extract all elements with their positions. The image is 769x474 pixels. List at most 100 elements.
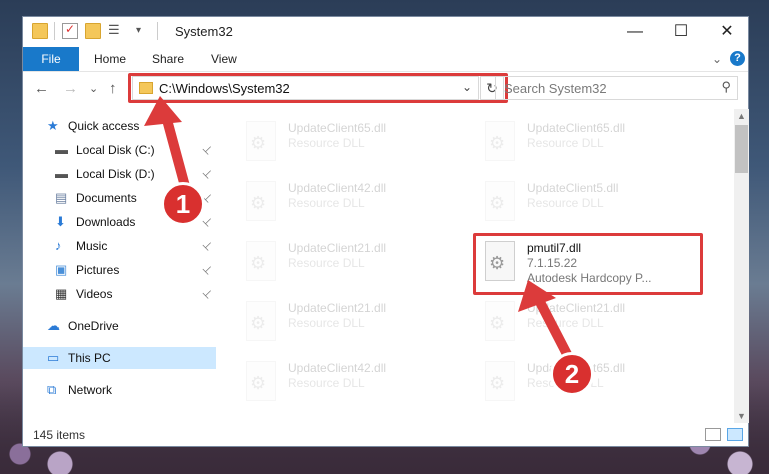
up-arrow-icon[interactable]: ↑ <box>109 80 117 97</box>
sidebar-item-label: Quick access <box>68 119 140 133</box>
gear-icon: ⚙ <box>489 373 506 393</box>
new-folder-icon[interactable] <box>85 23 101 39</box>
file-name: UpdateClient42.dll <box>288 361 387 375</box>
folder-icon <box>32 23 48 39</box>
file-name: UpdateClient42.dll <box>288 181 387 195</box>
forward-arrow-icon[interactable]: → <box>63 80 78 97</box>
annotation-badge-2: 2 <box>550 352 594 396</box>
gear-icon: ⚙ <box>250 313 267 333</box>
divider <box>157 22 158 40</box>
file-detail: Resource DLL <box>288 316 365 330</box>
address-bar-highlight <box>128 73 508 103</box>
sidebar-item-pictures[interactable]: ▣ Pictures ⊥ <box>23 259 216 281</box>
pin-icon[interactable]: ⊥ <box>200 166 216 181</box>
file-name: UpdateClient21.dll <box>288 241 387 255</box>
videos-icon: ▦ <box>55 286 68 301</box>
title-bar: ✓ ☰ ▾ System32 — ☐ ✕ <box>23 17 748 47</box>
file-detail: Resource DLL <box>288 376 365 390</box>
sidebar-item-label: Music <box>76 239 108 253</box>
file-detail: Resource DLL <box>527 196 604 210</box>
help-icon[interactable]: ? <box>730 51 745 66</box>
gear-icon: ⚙ <box>489 133 506 153</box>
scroll-up-arrow-icon[interactable]: ▲ <box>737 111 746 121</box>
gear-icon: ⚙ <box>250 373 267 393</box>
pin-icon[interactable]: ⊥ <box>200 286 216 301</box>
file-name: UpdateClient65.dll <box>288 121 387 135</box>
divider <box>54 22 55 40</box>
drive-icon: ▬ <box>55 142 68 157</box>
search-box[interactable]: Search System32 ⚲ <box>495 76 738 100</box>
sidebar-item-onedrive[interactable]: ☁ OneDrive <box>23 315 216 337</box>
properties-icon[interactable]: ✓ <box>62 22 78 39</box>
file-detail: Resource DLL <box>288 256 365 270</box>
scroll-down-arrow-icon[interactable]: ▼ <box>737 411 746 421</box>
file-item[interactable]: ⚙ UpdateClient21.dll Resource DLL <box>240 297 470 349</box>
pin-icon[interactable]: ⊥ <box>200 262 216 277</box>
sidebar-item-label: Local Disk (D:) <box>76 167 155 181</box>
file-name: UpdateClient21.dll <box>288 301 387 315</box>
sidebar-item-local-disk-c[interactable]: ▬ Local Disk (C:) ⊥ <box>23 139 216 161</box>
file-detail: Resource DLL <box>288 136 365 150</box>
file-detail: Resource DLL <box>288 196 365 210</box>
sidebar-item-music[interactable]: ♪ Music ⊥ <box>23 235 216 257</box>
sidebar-item-network[interactable]: ⧉ Network <box>23 379 216 401</box>
search-placeholder: Search System32 <box>504 81 607 96</box>
minimize-button[interactable]: — <box>612 17 658 47</box>
file-item[interactable]: ⚙ UpdateClient65.dllResource DLL <box>479 117 709 169</box>
scrollbar-thumb[interactable] <box>735 125 748 173</box>
gear-icon: ⚙ <box>250 133 267 153</box>
file-explorer-window: ✓ ☰ ▾ System32 — ☐ ✕ File Home Share Vie… <box>22 16 749 447</box>
file-name: UpdateClient21.dll <box>527 301 626 315</box>
tab-home[interactable]: Home <box>94 47 126 71</box>
sidebar-item-label: Network <box>68 383 113 397</box>
close-button[interactable]: ✕ <box>704 17 750 47</box>
star-icon: ★ <box>47 118 59 133</box>
details-view-icon[interactable] <box>705 428 721 441</box>
customize-toolbar-chevron-icon[interactable]: ▾ <box>136 25 152 41</box>
expand-ribbon-chevron-icon[interactable]: ⌄ <box>712 47 722 71</box>
file-item[interactable]: ⚙ UpdateClient42.dll Resource DLL <box>240 177 470 229</box>
pin-icon[interactable]: ⊥ <box>200 214 216 229</box>
maximize-button[interactable]: ☐ <box>658 17 704 47</box>
computer-icon: ▭ <box>47 350 60 365</box>
quick-access-toolbar-icon[interactable]: ☰ <box>108 22 124 38</box>
pictures-icon: ▣ <box>55 262 68 277</box>
sidebar-item-videos[interactable]: ▦ Videos ⊥ <box>23 283 216 305</box>
pin-icon[interactable]: ⊥ <box>200 238 216 253</box>
sidebar-item-quick-access[interactable]: ★ Quick access <box>23 115 216 137</box>
file-item[interactable]: ⚙UpdateClient65.dllResource DLL <box>479 357 709 409</box>
sidebar-item-label: OneDrive <box>68 319 119 333</box>
file-detail: Resource DLL <box>527 136 604 150</box>
file-item[interactable]: ⚙ UpdateClient21.dll Resource DLL <box>240 237 470 289</box>
file-item[interactable]: ⚙ UpdateClient42.dll Resource DLL <box>240 357 470 409</box>
large-icons-view-icon[interactable] <box>727 428 743 441</box>
recent-locations-chevron-icon[interactable]: ⌄ <box>89 82 98 95</box>
music-icon: ♪ <box>55 238 62 253</box>
search-icon[interactable]: ⚲ <box>721 79 731 95</box>
sidebar-item-this-pc[interactable]: ▭ This PC <box>23 347 216 369</box>
vertical-scrollbar[interactable]: ▲ ▼ <box>734 109 749 423</box>
file-item[interactable]: ⚙ UpdateClient5.dll Resource DLL <box>479 177 709 229</box>
sidebar-item-label: Videos <box>76 287 113 301</box>
window-title: System32 <box>175 24 233 39</box>
gear-icon: ⚙ <box>489 313 506 333</box>
network-icon: ⧉ <box>47 382 57 397</box>
file-item[interactable]: ⚙ UpdateClient21.dll Resource DLL <box>479 297 709 349</box>
file-list: ⚙ UpdateClient65.dll Resource DLL ⚙ UpdateCl… <box>222 109 732 415</box>
file-item[interactable]: ⚙ UpdateClient65.dllResource DLL <box>240 117 470 169</box>
back-arrow-icon[interactable]: ← <box>34 80 49 97</box>
sidebar-item-label: This PC <box>68 351 111 365</box>
tab-file[interactable]: File <box>23 47 79 71</box>
sidebar-item-label: Local Disk (C:) <box>76 143 155 157</box>
pin-icon[interactable]: ⊥ <box>200 142 216 157</box>
gear-icon: ⚙ <box>250 193 267 213</box>
tab-share[interactable]: Share <box>152 47 184 71</box>
file-name: UpdateClient65.dll <box>527 121 626 135</box>
documents-icon: ▤ <box>55 190 68 205</box>
file-highlight <box>473 233 703 295</box>
status-bar: 145 items <box>23 424 748 446</box>
navigation-pane: ★ Quick access ▬ Local Disk (C:) ⊥ ▬ Local Dis… <box>23 109 216 415</box>
tab-view[interactable]: View <box>211 47 237 71</box>
file-detail: Resource DLL <box>527 316 604 330</box>
gear-icon: ⚙ <box>250 253 267 273</box>
